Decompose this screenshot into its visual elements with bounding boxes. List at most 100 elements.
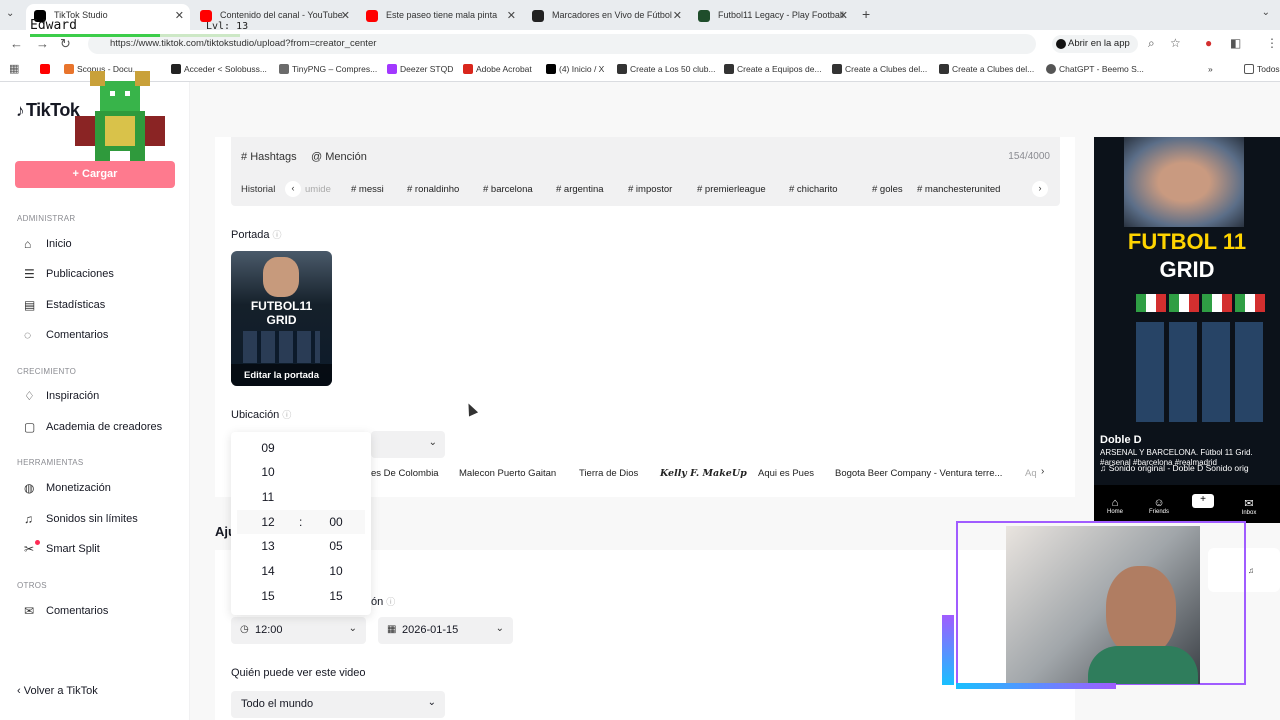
hour-option[interactable]: 15 — [259, 589, 277, 603]
extension-opera-icon[interactable]: ● — [1205, 36, 1212, 50]
bookmark-deezer[interactable]: Deezer STQD — [387, 64, 453, 74]
home-glyph: ⌂ — [1111, 497, 1119, 509]
location-suggestion[interactable]: Aq — [1025, 468, 1037, 479]
reload-icon[interactable]: ↻ — [60, 36, 71, 52]
hash-icon: # — [241, 151, 251, 163]
sidebar-item-comentarios[interactable]: ◌ Comentarios — [20, 326, 108, 346]
sidebar-item-publicaciones[interactable]: ☰ Publicaciones — [20, 265, 114, 285]
youtube-favicon-icon — [366, 10, 378, 22]
bookmark-create-2[interactable]: Create a Equipos de... — [724, 64, 822, 74]
bookmark-label: (4) Inicio / X — [559, 64, 605, 74]
cover-thumbnail[interactable]: FUTBOL11 GRID Editar la portada — [231, 251, 332, 386]
sidebar-item-label: Smart Split — [46, 543, 100, 555]
sidebar-item-comentarios-otros[interactable]: ✉ Comentarios — [20, 602, 108, 622]
sidebar-item-estadisticas[interactable]: ▤ Estadísticas — [20, 296, 105, 316]
tab-futbol11[interactable]: Futbol11 Legacy - Play Football ✕ — [690, 4, 854, 30]
window-menu-chevron-icon[interactable]: ⌄ — [1262, 7, 1270, 18]
sidebar-item-label: Estadísticas — [46, 299, 106, 311]
mention-button[interactable]: @ Mención — [311, 151, 367, 163]
bookmark-chatgpt[interactable]: ChatGPT - Beemo S... — [1046, 64, 1144, 74]
history-prev-icon[interactable]: ‹ — [285, 181, 301, 197]
location-suggestion[interactable]: Bogota Beer Company - Ventura terre... — [835, 468, 1002, 479]
hour-option[interactable]: 11 — [259, 490, 277, 504]
hashtag-chip[interactable]: # manchesterunited — [917, 184, 1000, 195]
apps-grid-icon[interactable]: ▦ — [9, 62, 19, 75]
location-select[interactable]: ⌄ — [371, 431, 445, 458]
minute-option[interactable]: 05 — [327, 539, 345, 553]
sidebar-item-sonidos[interactable]: ♫ Sonidos sin límites — [20, 510, 138, 530]
sidebar-item-smart-split[interactable]: ✂ Smart Split — [20, 540, 100, 560]
hour-option[interactable]: 10 — [259, 465, 277, 479]
clock-icon: ◷ — [240, 624, 249, 635]
location-suggestion[interactable]: Kelly F. MakeUp — [660, 468, 747, 479]
location-suggestion[interactable]: Aqui es Pues — [758, 468, 814, 479]
minute-option[interactable]: 10 — [327, 564, 345, 578]
bookmark-create-3[interactable]: Create a Clubes del... — [832, 64, 927, 74]
bookmark-all-folder[interactable]: Todos — [1244, 64, 1280, 74]
hour-option-selected[interactable]: 12 — [259, 515, 277, 529]
bookmark-x[interactable]: (4) Inicio / X — [546, 64, 604, 74]
marcadores-favicon-icon — [532, 10, 544, 22]
bookmark-tinypng[interactable]: TinyPNG – Compres... — [279, 64, 377, 74]
history-next-icon[interactable]: › — [1032, 181, 1048, 197]
hashtag-chip[interactable]: # argentina — [556, 184, 604, 195]
visibility-select[interactable]: Todo el mundo ⌄ — [231, 691, 445, 718]
tab-search-icon[interactable]: ⌄ — [6, 8, 14, 19]
close-tab-icon[interactable]: ✕ — [673, 9, 682, 22]
zoom-icon[interactable]: ⌕ — [1148, 36, 1155, 51]
hashtag-chip[interactable]: # impostor — [628, 184, 672, 195]
bookmark-solobuss[interactable]: Acceder < Solobuss... — [171, 64, 267, 74]
minute-option[interactable]: 15 — [327, 589, 345, 603]
bookmark-label: Acceder < Solobuss... — [184, 64, 267, 74]
sidebar-item-inicio[interactable]: ⌂ Inicio — [20, 235, 72, 255]
url-field[interactable]: https://www.tiktok.com/tiktokstudio/uplo… — [88, 34, 1036, 54]
close-tab-icon[interactable]: ✕ — [341, 9, 350, 22]
bookmark-create-1[interactable]: Create a Los 50 club... — [617, 64, 716, 74]
hashtags-button[interactable]: # Hashtags — [241, 151, 297, 163]
bookmark-label: Adobe Acrobat — [476, 64, 532, 74]
music-icon: ♫ — [24, 512, 33, 526]
back-arrow-icon[interactable]: ← — [10, 36, 23, 51]
location-suggestion[interactable]: Tierra de Dios — [579, 468, 638, 479]
forward-arrow-icon[interactable]: → — [36, 36, 49, 51]
new-tab-plus-icon[interactable]: + — [862, 6, 870, 22]
tab-marcadores[interactable]: Marcadores en Vivo de Fútbol ✕ — [524, 4, 688, 30]
location-suggestion[interactable]: Malecon Puerto Gaitan — [459, 468, 556, 479]
hour-option[interactable]: 13 — [259, 539, 277, 553]
hour-option[interactable]: 09 — [259, 441, 277, 455]
bookmark-create-4[interactable]: Create a Clubes del... — [939, 64, 1034, 74]
sidebar-item-academia[interactable]: ▢ Academia de creadores — [20, 418, 162, 438]
sidebar-item-monetizacion[interactable]: ◍ Monetización — [20, 479, 111, 499]
hashtag-chip[interactable]: # goles — [872, 184, 903, 195]
back-to-tiktok-link[interactable]: ‹ Volver a TikTok — [17, 685, 98, 697]
date-select[interactable]: ▦ 2026-01-15 ⌄ — [378, 617, 513, 644]
tinypng-icon — [279, 64, 289, 74]
hashtag-chip[interactable]: # ronaldinho — [407, 184, 459, 195]
hour-option[interactable]: 14 — [259, 564, 277, 578]
edit-cover-button[interactable]: Editar la portada — [231, 364, 332, 386]
bookmark-label: Create a Equipos de... — [737, 64, 822, 74]
close-tab-icon[interactable]: ✕ — [839, 9, 848, 22]
hashtag-chip[interactable]: # premierleague — [697, 184, 766, 195]
webcam-frame-glow — [956, 683, 1116, 689]
location-next-icon[interactable]: › — [1041, 466, 1044, 477]
bookmarks-overflow-icon[interactable]: » — [1208, 64, 1213, 74]
extensions-puzzle-icon[interactable]: ◧ — [1230, 36, 1241, 50]
hashtag-chip[interactable]: # messi — [351, 184, 384, 195]
hashtag-chip[interactable]: # chicharito — [789, 184, 838, 195]
preview-sound: ♫ Sonido original - Doble D Sonido orig — [1100, 463, 1249, 473]
close-tab-icon[interactable]: ✕ — [507, 9, 516, 22]
location-suggestion[interactable]: es De Colombia — [371, 468, 439, 479]
minute-option-selected[interactable]: 00 — [327, 515, 345, 529]
menu-dots-icon[interactable]: ⋮ — [1266, 36, 1278, 50]
hashtag-chip[interactable]: # barcelona — [483, 184, 533, 195]
bookmark-acrobat[interactable]: Adobe Acrobat — [463, 64, 532, 74]
hashtag-chip[interactable]: umide — [305, 184, 331, 195]
close-tab-icon[interactable]: ✕ — [175, 9, 184, 22]
sidebar-item-inspiracion[interactable]: ♢ Inspiración — [20, 387, 99, 407]
calendar-icon: ▦ — [387, 624, 397, 635]
time-select[interactable]: ◷ 12:00 ⌄ — [231, 617, 366, 644]
tab-youtube-paseo[interactable]: Este paseo tiene mala pinta ✕ — [358, 4, 522, 30]
open-in-app-button[interactable]: Abrir en la app — [1052, 35, 1138, 53]
bookmark-star-icon[interactable]: ☆ — [1170, 36, 1181, 50]
